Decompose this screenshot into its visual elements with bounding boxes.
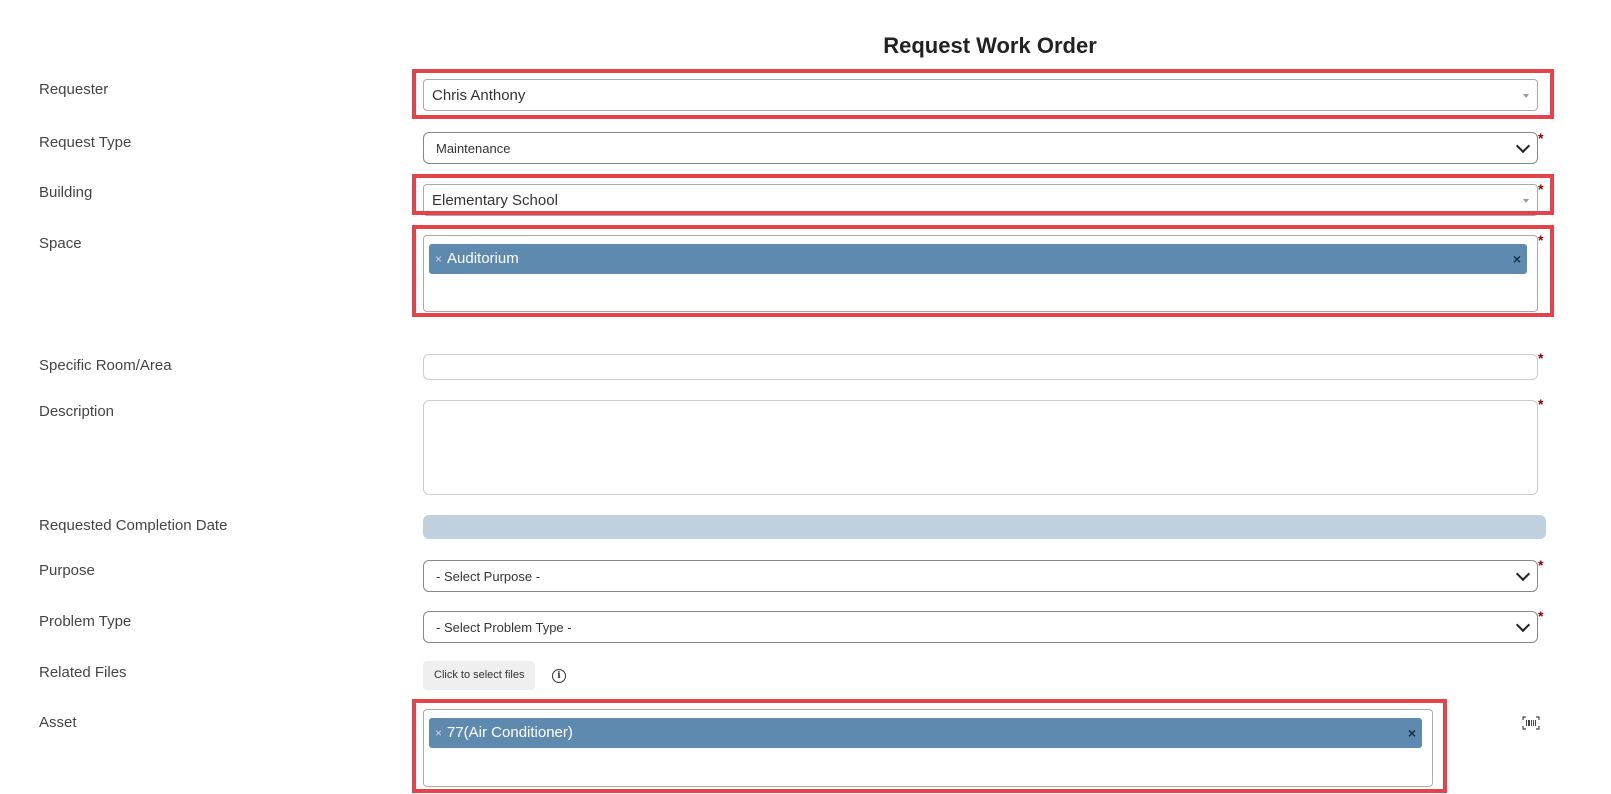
page-title: Request Work Order: [883, 33, 1097, 58]
space-chip: × Auditorium ×: [429, 244, 1527, 274]
asset-chip: × 77(Air Conditioner) ×: [429, 718, 1422, 748]
related-files-label: Related Files: [39, 664, 127, 681]
clear-icon[interactable]: ×: [1513, 244, 1521, 274]
info-icon[interactable]: i: [552, 669, 566, 683]
completion-date-label: Requested Completion Date: [39, 517, 228, 534]
space-chip-label: Auditorium: [447, 250, 519, 267]
chevron-down-icon: [1515, 138, 1531, 154]
chip-remove-icon[interactable]: ×: [435, 244, 442, 274]
required-marker: *: [1538, 181, 1544, 197]
required-marker: *: [1538, 130, 1544, 146]
problem-type-select[interactable]: - Select Problem Type -: [423, 611, 1538, 643]
building-value: Elementary School: [432, 192, 558, 209]
chevron-down-icon: [1515, 566, 1531, 582]
requester-value: Chris Anthony: [432, 87, 526, 104]
building-select[interactable]: Elementary School: [423, 184, 1538, 216]
specific-room-input[interactable]: [423, 354, 1538, 380]
caret-down-icon: [1523, 199, 1529, 203]
requester-select[interactable]: Chris Anthony: [423, 79, 1538, 111]
chevron-down-icon: [1515, 617, 1531, 633]
purpose-select[interactable]: - Select Purpose -: [423, 560, 1538, 592]
required-marker: *: [1538, 396, 1544, 412]
caret-down-icon: [1523, 94, 1529, 98]
required-marker: *: [1538, 557, 1544, 573]
space-label: Space: [39, 235, 82, 252]
description-label: Description: [39, 403, 115, 420]
space-multiselect[interactable]: × Auditorium ×: [423, 235, 1538, 312]
required-marker: *: [1538, 608, 1544, 624]
purpose-value: - Select Purpose -: [436, 569, 541, 584]
request-type-select[interactable]: Maintenance: [423, 132, 1538, 164]
request-type-label: Request Type: [39, 134, 132, 151]
select-files-button[interactable]: Click to select files: [423, 661, 536, 690]
problem-type-label: Problem Type: [39, 613, 132, 630]
chip-remove-icon[interactable]: ×: [435, 718, 442, 748]
barcode-scan-icon[interactable]: [1522, 716, 1540, 730]
completion-date-input[interactable]: [423, 515, 1546, 539]
clear-icon[interactable]: ×: [1408, 718, 1416, 748]
building-label: Building: [39, 184, 93, 201]
specific-room-label: Specific Room/Area: [39, 357, 172, 374]
asset-chip-label: 77(Air Conditioner): [447, 724, 573, 741]
description-textarea[interactable]: [423, 400, 1538, 495]
asset-multiselect[interactable]: × 77(Air Conditioner) ×: [423, 709, 1433, 787]
required-marker: *: [1538, 232, 1544, 248]
requester-label: Requester: [39, 81, 109, 98]
required-marker: *: [1538, 350, 1544, 366]
request-type-value: Maintenance: [436, 141, 511, 156]
problem-type-value: - Select Problem Type -: [436, 620, 572, 635]
purpose-label: Purpose: [39, 562, 95, 579]
asset-label: Asset: [39, 714, 77, 731]
